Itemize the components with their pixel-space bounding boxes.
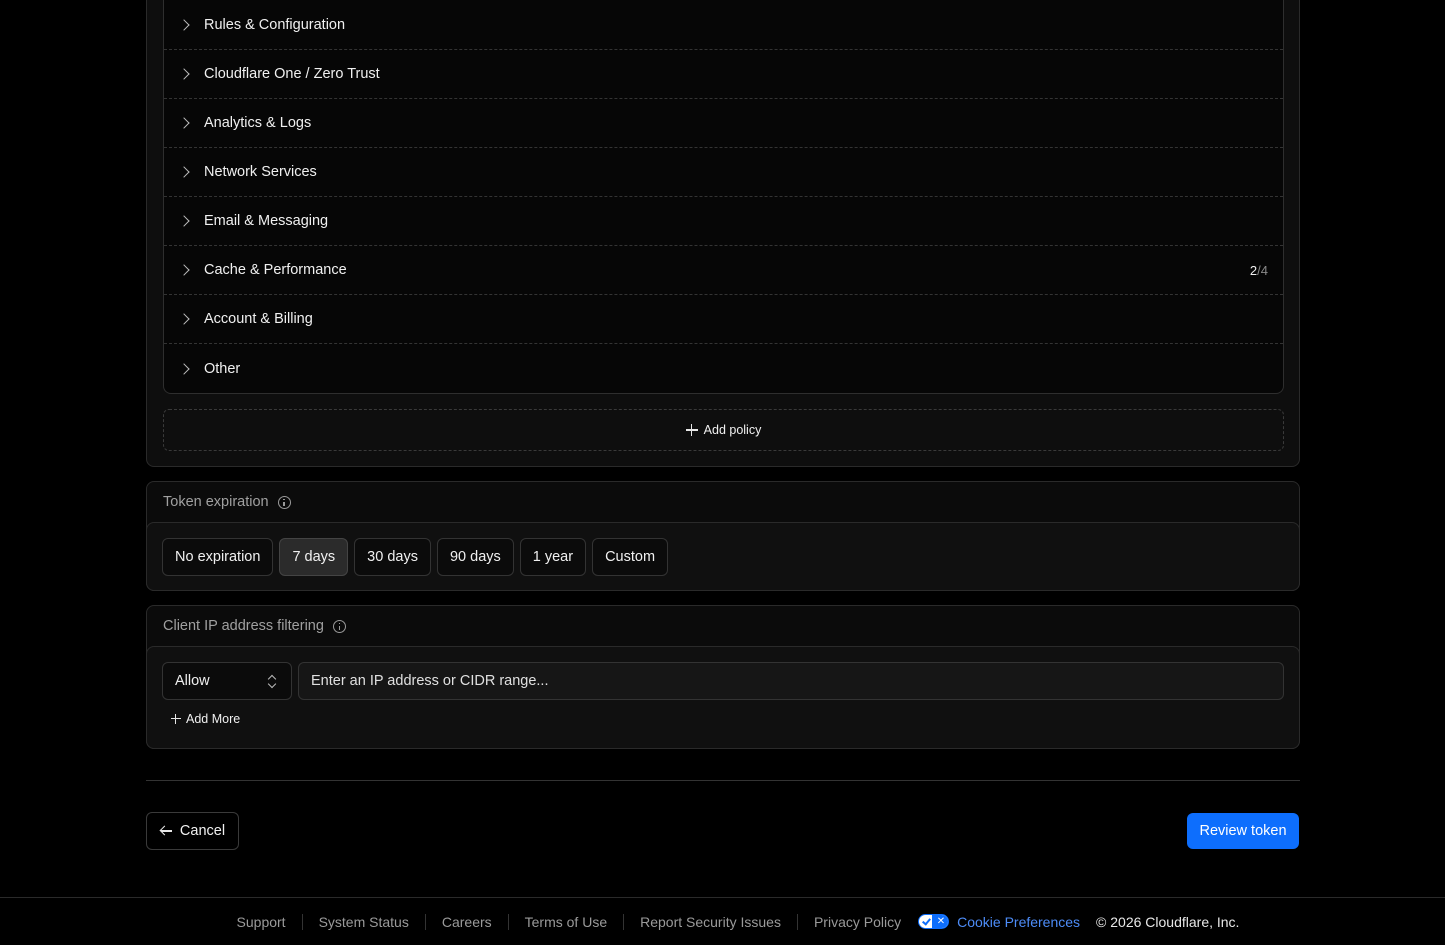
ip-filtering-body: Allow Add More (146, 646, 1300, 749)
footer-link-careers[interactable]: Careers (426, 913, 509, 930)
permission-group-rules-configuration[interactable]: Rules & Configuration (164, 0, 1283, 50)
section-title: Token expiration (163, 494, 269, 510)
permission-group-cache-performance[interactable]: Cache & Performance 2/4 (164, 246, 1283, 295)
permission-group-label: Analytics & Logs (204, 115, 312, 131)
privacy-choices-icon: ✕ (918, 914, 950, 929)
permission-group-label: Other (204, 360, 241, 377)
expiration-options: No expiration 7 days 30 days 90 days 1 y… (162, 538, 669, 576)
footer-link-support[interactable]: Support (221, 913, 303, 930)
info-icon[interactable] (332, 619, 346, 633)
plus-icon (685, 424, 698, 436)
permission-group-label: Account & Billing (204, 311, 313, 327)
permissions-card: Rules & Configuration Cloudflare One / Z… (146, 0, 1300, 467)
permission-group-list: Rules & Configuration Cloudflare One / Z… (163, 0, 1284, 394)
cancel-button[interactable]: Cancel (146, 812, 239, 850)
permission-group-other[interactable]: Other (164, 344, 1283, 393)
info-icon[interactable] (277, 495, 291, 509)
expiration-option-custom[interactable]: Custom (592, 538, 669, 576)
chevron-right-icon (178, 117, 190, 129)
token-expiration-header: Token expiration (147, 482, 1299, 522)
expiration-option-1-year[interactable]: 1 year (519, 538, 587, 576)
permission-group-email-messaging[interactable]: Email & Messaging (164, 197, 1283, 246)
add-more-label: Add More (186, 712, 241, 726)
ip-filtering-section: Client IP address filtering Allow Add Mo… (146, 605, 1300, 749)
footer: Support System Status Careers Terms of U… (0, 897, 1445, 945)
permission-group-zero-trust[interactable]: Cloudflare One / Zero Trust (164, 50, 1283, 99)
ip-filtering-header: Client IP address filtering (147, 606, 1299, 646)
ip-filter-mode-select[interactable]: Allow (162, 662, 292, 700)
arrow-left-icon (160, 826, 172, 836)
section-title: Client IP address filtering (163, 618, 324, 634)
chevron-right-icon (178, 215, 190, 227)
permission-group-label: Cloudflare One / Zero Trust (204, 66, 380, 82)
permission-count-badge: 2/4 (1250, 263, 1268, 278)
permission-group-network-services[interactable]: Network Services (164, 148, 1283, 197)
add-policy-button[interactable]: Add policy (163, 409, 1284, 451)
footer-link-report-security-issues[interactable]: Report Security Issues (624, 913, 798, 930)
token-expiration-section: Token expiration No expiration 7 days 30… (146, 481, 1300, 591)
expiration-option-no-expiration[interactable]: No expiration (162, 538, 274, 576)
permission-group-account-billing[interactable]: Account & Billing (164, 295, 1283, 344)
cookie-preferences-link[interactable]: ✕ Cookie Preferences (918, 914, 1080, 930)
permission-group-label: Email & Messaging (204, 213, 329, 229)
permission-group-label: Cache & Performance (204, 262, 347, 278)
footer-link-terms-of-use[interactable]: Terms of Use (509, 913, 625, 930)
footer-link-system-status[interactable]: System Status (303, 913, 426, 930)
chevron-right-icon (178, 19, 190, 31)
review-token-button[interactable]: Review token (1187, 813, 1299, 849)
chevron-right-icon (178, 313, 190, 325)
copyright: © 2026 Cloudflare, Inc. (1096, 913, 1240, 930)
permission-group-label: Network Services (204, 164, 317, 180)
chevron-right-icon (178, 166, 190, 178)
divider (146, 780, 1300, 781)
chevron-right-icon (178, 68, 190, 80)
add-policy-label: Add policy (703, 423, 762, 437)
expiration-option-30-days[interactable]: 30 days (354, 538, 431, 576)
expiration-option-90-days[interactable]: 90 days (436, 538, 514, 576)
add-more-button[interactable]: Add More (171, 712, 240, 726)
footer-link-privacy-policy[interactable]: Privacy Policy (798, 914, 917, 930)
permission-group-label: Rules & Configuration (204, 17, 346, 33)
cancel-label: Cancel (179, 823, 226, 839)
token-expiration-body: No expiration 7 days 30 days 90 days 1 y… (146, 522, 1300, 591)
ip-address-input[interactable] (298, 662, 1284, 700)
plus-icon (171, 714, 181, 724)
ip-filter-mode-value: Allow (175, 673, 210, 689)
cookie-preferences-label: Cookie Preferences (957, 913, 1081, 930)
expiration-option-7-days[interactable]: 7 days (279, 538, 349, 576)
chevron-up-down-icon (268, 674, 276, 688)
chevron-right-icon (178, 362, 190, 375)
chevron-right-icon (178, 264, 190, 276)
permission-group-analytics-logs[interactable]: Analytics & Logs (164, 99, 1283, 148)
permission-count-total: 4 (1260, 262, 1268, 278)
